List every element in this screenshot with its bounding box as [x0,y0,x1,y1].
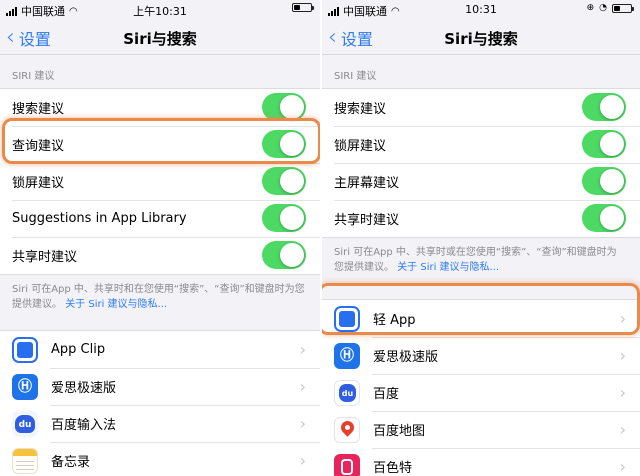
status-right: ⊕ ◔ [586,3,634,13]
toggle-switch[interactable] [262,93,306,121]
setting-label: 共享时建议 [12,250,78,265]
orientation-lock-icon: ⊕ [586,3,595,13]
app-name: 百度 [373,387,400,402]
alarm-icon: ◔ [599,3,607,13]
nav-bar: ‹ 设置 Siri与搜索 [0,20,320,55]
status-time: 上午10:31 [133,5,187,18]
baisete-icon [334,453,360,476]
app-row[interactable]: 百度地图 › [322,411,640,448]
setting-row: 共享时建议 [322,200,640,237]
right-screen: 中国联通 ◠ 10:31 ⊕ ◔ ‹ 设置 Siri与搜索 SIRI 建议 搜索… [322,0,640,476]
chevron-right-icon: › [299,414,306,433]
setting-label: 搜索建议 [12,102,65,117]
toggle-switch[interactable] [582,167,626,195]
setting-label: 主屏幕建议 [334,176,400,191]
chevron-right-icon: › [619,346,626,365]
setting-row: 搜索建议 [322,89,640,126]
footer-note: Siri 可在App 中、共享时或在您使用“搜索”、“查询”和键盘时为您提供建议… [322,238,640,285]
battery-icon [292,3,314,12]
footer-note: Siri 可在App 中、共享时和在您使用“搜索”、“查询”和键盘时为您提供建议… [0,275,320,322]
toggle-switch[interactable] [582,93,626,121]
setting-row: 锁屏建议 [0,163,320,200]
app-name: 备忘录 [51,455,91,470]
page-title: Siri与搜索 [123,30,197,48]
chevron-right-icon: › [299,377,306,396]
app-row[interactable]: 百色特 › [322,448,640,476]
setting-label: 锁屏建议 [334,139,387,154]
chevron-right-icon: › [619,383,626,402]
chevron-right-icon: › [619,309,626,328]
baidu-map-icon [334,416,360,443]
baidu-input-icon: du [12,410,38,437]
app-clip-icon [12,336,38,363]
setting-label: Suggestions in App Library [12,211,187,226]
aisi-icon: Ⓗ [12,373,38,400]
app-name: 百度输入法 [51,418,117,433]
setting-row: Suggestions in App Library [0,200,320,237]
status-right [292,3,314,12]
setting-label: 共享时建议 [334,213,400,228]
toggle-switch[interactable] [262,241,306,269]
baidu-icon: du [334,379,360,406]
battery-icon [612,3,634,13]
app-list: App Clip › Ⓗ 爱思极速版 › du 百度输入法 › 备忘录 › [0,330,320,476]
privacy-link[interactable]: 关于 Siri 建议与隐私... [65,299,167,310]
toggle-switch[interactable] [262,130,306,158]
toggle-switch[interactable] [262,167,306,195]
chevron-right-icon: › [299,451,306,470]
app-row[interactable]: App Clip › [0,331,320,368]
app-row[interactable]: Ⓗ 爱思极速版 › [0,368,320,405]
toggle-switch[interactable] [582,130,626,158]
privacy-link[interactable]: 关于 Siri 建议与隐私... [397,262,499,273]
app-row[interactable]: 备忘录 › [0,442,320,476]
setting-label: 锁屏建议 [12,176,65,191]
setting-label: 查询建议 [12,139,65,154]
aisi-icon: Ⓗ [334,342,360,369]
notes-icon [12,447,38,474]
app-name: 爱思极速版 [373,350,439,365]
status-bar: 中国联通 ◠ 上午10:31 [0,0,320,20]
chevron-right-icon: › [619,420,626,439]
setting-label: 搜索建议 [334,102,387,117]
chevron-right-icon: › [619,457,626,476]
left-screen: 中国联通 ◠ 上午10:31 ‹ 设置 Siri与搜索 SIRI 建议 搜索建议… [0,0,320,476]
app-row[interactable]: 轻 App › [322,300,640,337]
app-list: 轻 App › Ⓗ 爱思极速版 › du 百度 › 百度地图 › 百色特 › [322,299,640,476]
suggestions-group: 搜索建议 锁屏建议 主屏幕建议 共享时建议 [322,88,640,238]
section-header: SIRI 建议 [12,71,55,82]
app-row[interactable]: du 百度输入法 › [0,405,320,442]
status-bar: 中国联通 ◠ 10:31 ⊕ ◔ [322,0,640,20]
setting-row: 锁屏建议 [322,126,640,163]
setting-row: 共享时建议 [0,237,320,274]
app-row[interactable]: du 百度 › [322,374,640,411]
app-name: 爱思极速版 [51,381,117,396]
app-name: 轻 App [373,313,416,328]
toggle-switch[interactable] [582,204,626,232]
setting-row: 查询建议 [0,126,320,163]
app-name: 百度地图 [373,424,426,439]
app-name: App Clip [51,342,106,357]
app-name: 百色特 [373,461,413,476]
app-clip-icon [334,305,360,332]
setting-row: 主屏幕建议 [322,163,640,200]
toggle-switch[interactable] [262,204,306,232]
chevron-right-icon: › [299,340,306,359]
page-title: Siri与搜索 [444,30,518,48]
app-row[interactable]: Ⓗ 爱思极速版 › [322,337,640,374]
setting-row: 搜索建议 [0,89,320,126]
suggestions-group: 搜索建议 查询建议 锁屏建议 Suggestions in App Librar… [0,88,320,275]
nav-bar: ‹ 设置 Siri与搜索 [322,20,640,55]
section-header: SIRI 建议 [334,71,377,82]
